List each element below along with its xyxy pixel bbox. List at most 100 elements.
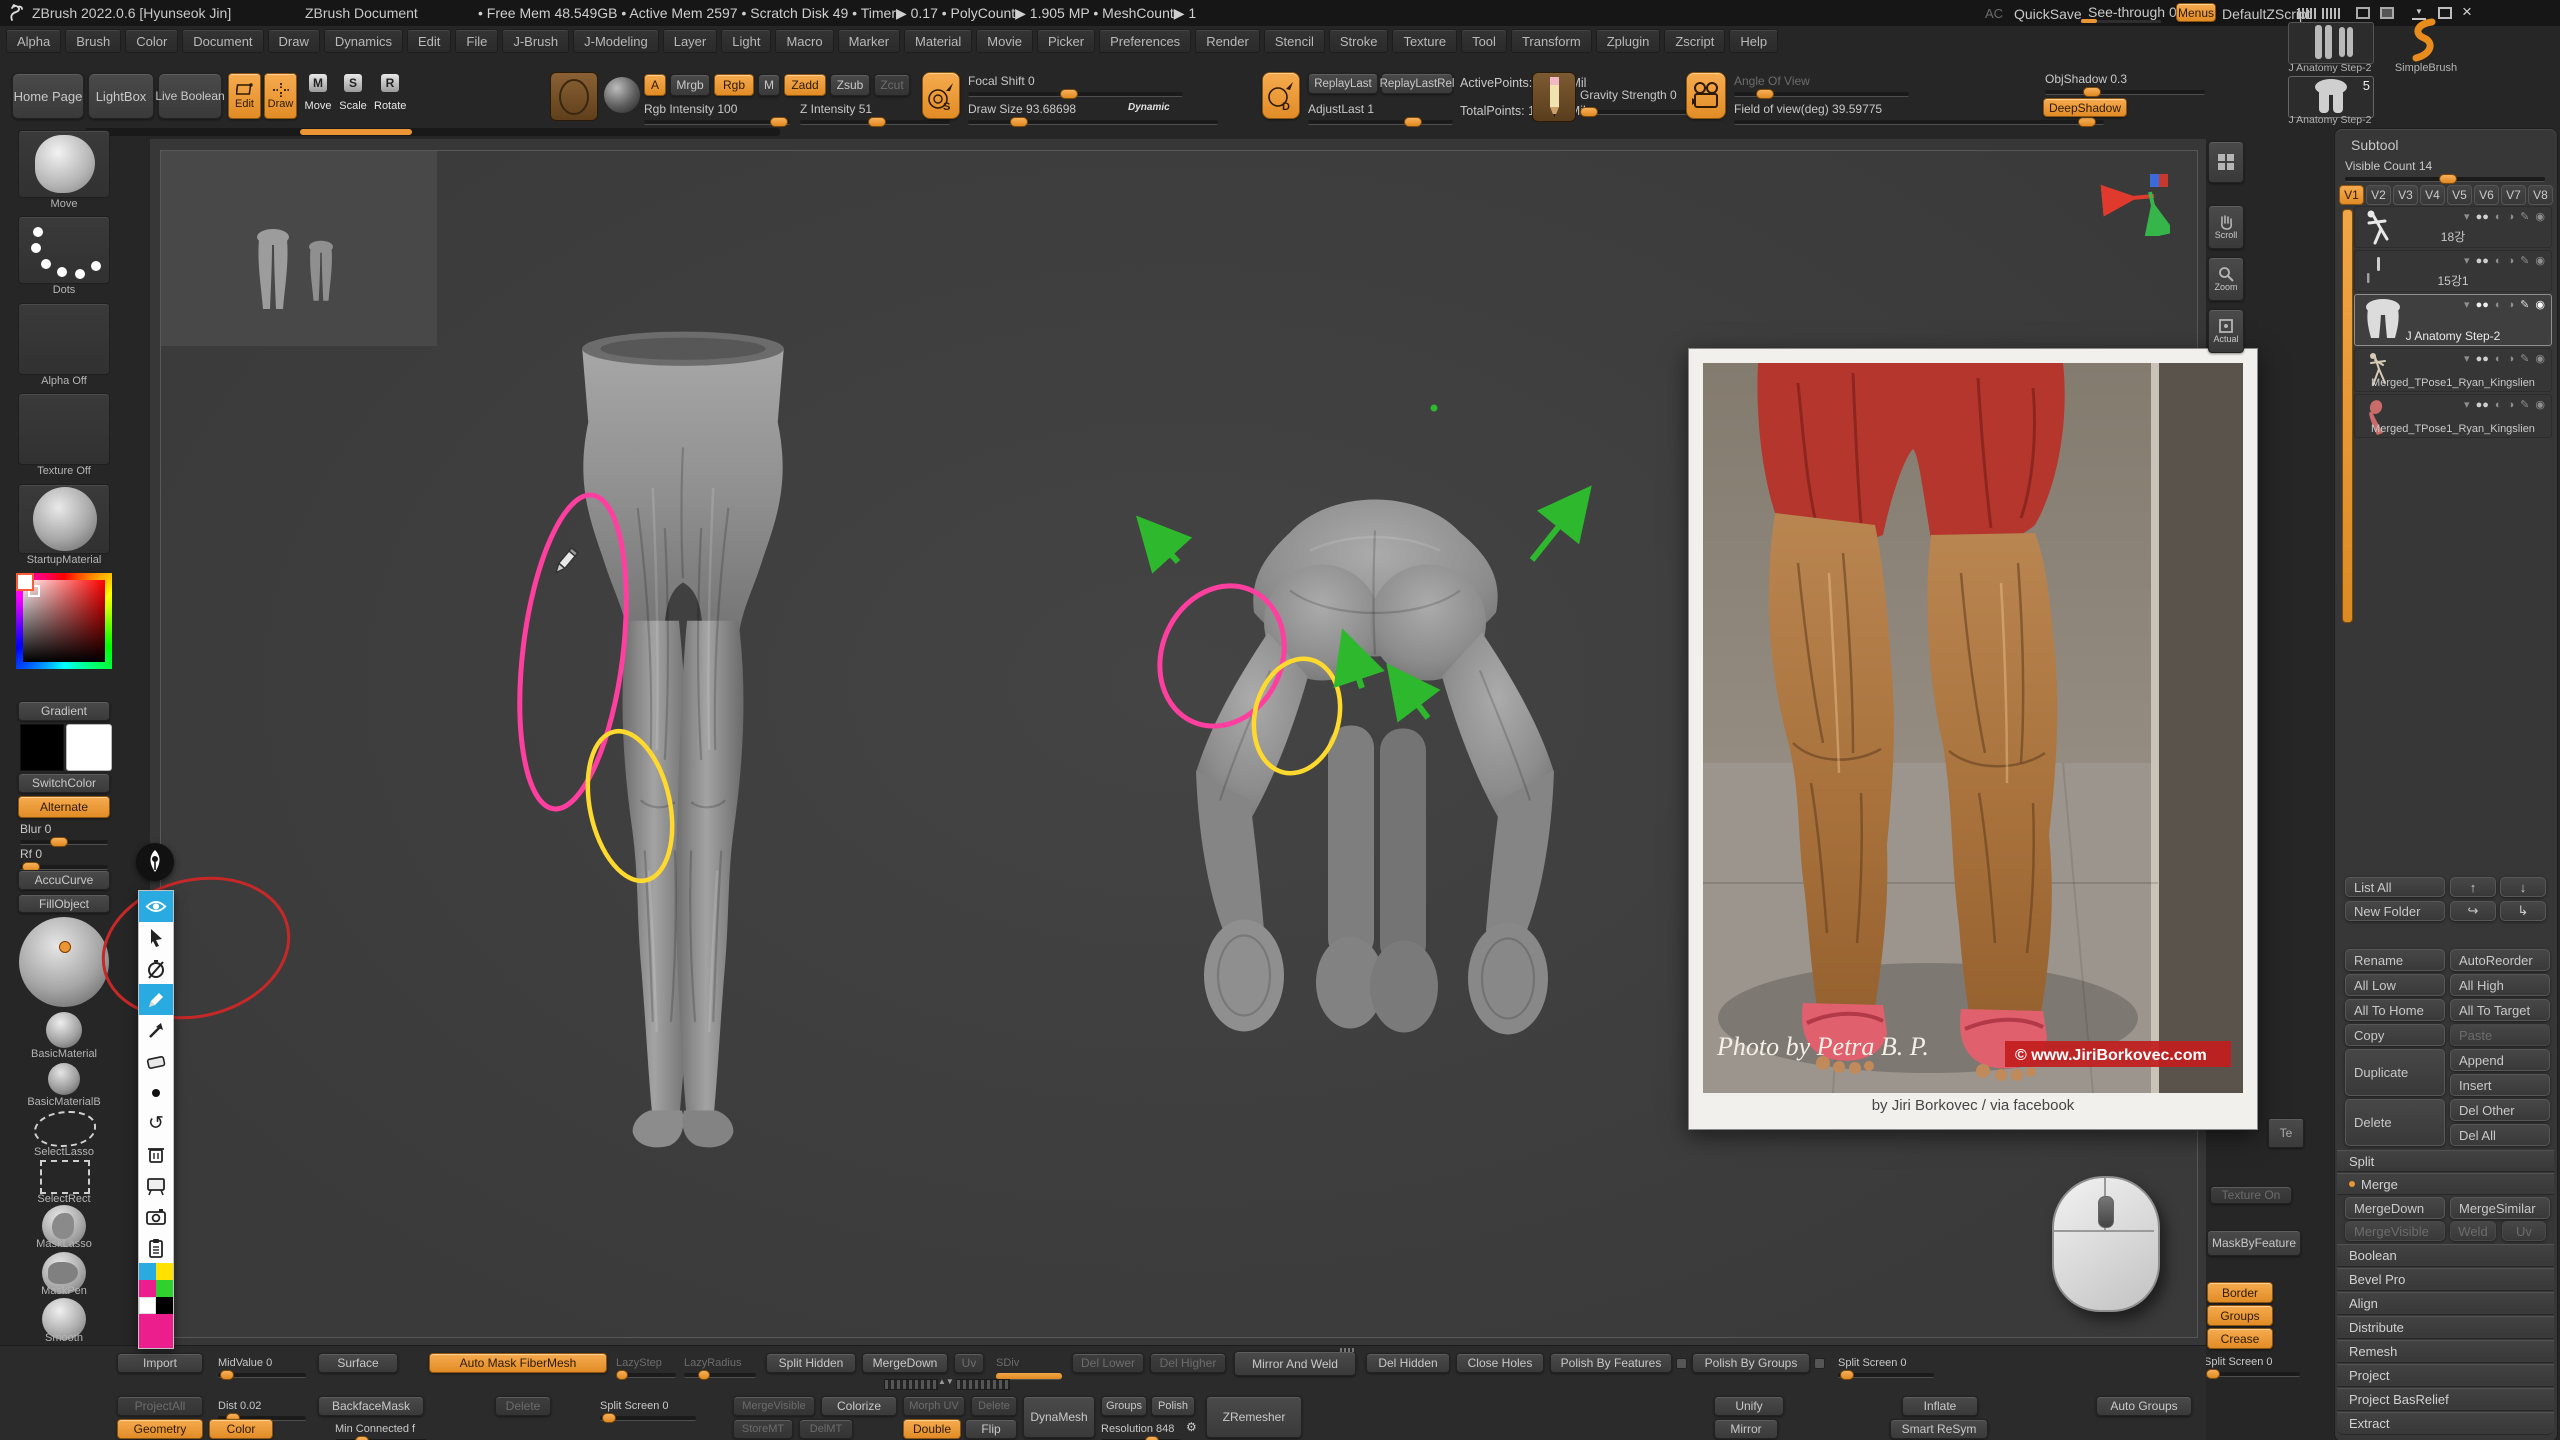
distribute-section-header[interactable]: Distribute — [2337, 1316, 2554, 1339]
projectall-button[interactable]: ProjectAll — [117, 1396, 203, 1416]
brush-icon[interactable]: ✎ — [2520, 298, 2529, 311]
surface-button[interactable]: Surface — [318, 1353, 398, 1373]
flip-button[interactable]: Flip — [965, 1419, 1017, 1439]
half-icon-1[interactable]: ◐ — [2495, 211, 2502, 223]
half-icon-2[interactable]: ◑ — [2508, 353, 2515, 365]
pen-badge-icon[interactable] — [136, 843, 174, 881]
del-other-button[interactable]: Del Other — [2450, 1099, 2550, 1121]
swatch-magenta[interactable] — [139, 1280, 156, 1297]
draw-size-slider[interactable]: Draw Size 93.68698 — [968, 100, 1218, 125]
blur-slider[interactable]: Blur 0 — [20, 820, 108, 845]
arrow-tool-icon[interactable] — [139, 1015, 173, 1046]
sdiv-divider[interactable] — [884, 1379, 938, 1390]
material-preview-sphere[interactable] — [19, 917, 109, 1007]
import-button[interactable]: Import — [117, 1353, 203, 1373]
min-connected-slider[interactable]: Min Connected f — [335, 1419, 427, 1440]
lazystep-slider[interactable]: LazyStep — [616, 1353, 676, 1378]
select-lasso-thumb[interactable] — [34, 1111, 96, 1147]
morph-uv-button[interactable]: Morph UV — [903, 1396, 965, 1416]
automask-fibermesh-button[interactable]: Auto Mask FiberMesh — [429, 1353, 607, 1373]
mergevisible-button[interactable]: MergeVisible — [2345, 1221, 2445, 1241]
material-slot[interactable]: StartupMaterial — [18, 484, 110, 566]
duplicate-button[interactable]: Duplicate — [2345, 1049, 2445, 1096]
split-screen-slider-2[interactable]: Split Screen 0 — [600, 1396, 696, 1421]
swatch-white[interactable] — [139, 1297, 156, 1314]
subtool-item-1[interactable]: ▾●●◐◑✎◉ 18강 — [2354, 206, 2552, 248]
stopwatch-icon[interactable] — [139, 953, 173, 984]
stroke-selector-button[interactable]: S — [922, 72, 960, 119]
menus-button[interactable]: Menus — [2176, 3, 2216, 22]
clipboard-icon[interactable] — [139, 1232, 173, 1263]
scroll-button[interactable]: Scroll — [2208, 205, 2244, 249]
menu-texture[interactable]: Texture — [1392, 29, 1457, 53]
split-screen-slider-1[interactable]: Split Screen 0 — [1838, 1353, 1934, 1378]
tab-v7[interactable]: V7 — [2501, 185, 2526, 205]
inflate-button[interactable]: Inflate — [1902, 1396, 1978, 1416]
menu-dynamics[interactable]: Dynamics — [324, 29, 403, 53]
replaylast-button[interactable]: ReplayLast — [1308, 73, 1378, 94]
tab-v8[interactable]: V8 — [2528, 185, 2553, 205]
menu-preferences[interactable]: Preferences — [1099, 29, 1191, 53]
groups-button[interactable]: Groups — [2207, 1305, 2273, 1326]
rgb-intensity-slider[interactable]: Rgb Intensity 100 — [644, 100, 790, 125]
menu-edit[interactable]: Edit — [407, 29, 451, 53]
fillobject-button[interactable]: FillObject — [18, 894, 110, 913]
menu-material[interactable]: Material — [904, 29, 972, 53]
deepshadow-button[interactable]: DeepShadow — [2043, 98, 2127, 117]
menu-help[interactable]: Help — [1729, 29, 1778, 53]
paint-icon[interactable]: ●● — [2476, 299, 2489, 311]
brush-icon[interactable]: ✎ — [2520, 210, 2529, 223]
folder-arrow-icon[interactable]: ▾ — [2464, 254, 2470, 267]
draw-button[interactable]: Draw — [264, 73, 297, 119]
adjustlast-slider[interactable]: AdjustLast 1 — [1308, 100, 1453, 125]
current-stroke-slot[interactable]: Dots — [18, 216, 110, 296]
subtool-item-3-selected[interactable]: ▾●●◐◑✎◉ J Anatomy Step-2 — [2354, 294, 2552, 346]
live-boolean-button[interactable]: Live Boolean — [158, 73, 222, 119]
actual-button[interactable]: Actual — [2208, 309, 2244, 353]
color-a-button[interactable]: A — [644, 74, 666, 96]
zoom-button[interactable]: Zoom — [2208, 257, 2244, 301]
polish-features-dot-toggle[interactable] — [1676, 1358, 1687, 1369]
subtool-title[interactable]: Subtool — [2351, 137, 2398, 153]
split-section-header[interactable]: Split — [2337, 1150, 2554, 1172]
lightbox-strip-handle[interactable] — [300, 129, 412, 135]
trash-icon[interactable] — [139, 1139, 173, 1170]
bpr-render-button[interactable] — [2208, 141, 2244, 183]
model-legs-front[interactable] — [552, 326, 814, 1234]
unify-button[interactable]: Unify — [1714, 1396, 1784, 1416]
menu-zplugin[interactable]: Zplugin — [1596, 29, 1661, 53]
swatch-cyan[interactable] — [139, 1263, 156, 1280]
dist-slider[interactable]: Dist 0.02 — [218, 1396, 306, 1421]
gradient-button[interactable]: Gradient — [18, 701, 110, 721]
quicksave-button[interactable]: QuickSave — [2014, 6, 2082, 22]
polish-bottom-button[interactable]: Polish — [1151, 1396, 1195, 1416]
zcut-button[interactable]: Zcut — [874, 74, 910, 96]
project-section-header[interactable]: Project — [2337, 1364, 2554, 1387]
alpha-slot[interactable]: Alpha Off — [18, 303, 110, 387]
menu-tool[interactable]: Tool — [1461, 29, 1507, 53]
mirror-button[interactable]: Mirror — [1714, 1419, 1778, 1439]
tool-thumbnail-b[interactable]: 5 — [2288, 76, 2374, 118]
del-higher-button[interactable]: Del Higher — [1150, 1353, 1226, 1373]
basic-material-b-sphere[interactable] — [48, 1063, 80, 1095]
menu-jmodeling[interactable]: J-Modeling — [573, 29, 659, 53]
border-button[interactable]: Border — [2207, 1282, 2273, 1303]
whiteboard-icon[interactable] — [139, 1170, 173, 1201]
see-through-slider[interactable]: See-through 0 — [2088, 4, 2177, 20]
tab-v6[interactable]: V6 — [2474, 185, 2499, 205]
half-icon-1[interactable]: ◐ — [2495, 255, 2502, 267]
remesh-section-header[interactable]: Remesh — [2337, 1340, 2554, 1363]
main-color-swatch[interactable] — [20, 724, 64, 771]
subtool-item-2[interactable]: ▾●●◐◑✎◉ 15강1 — [2354, 250, 2552, 292]
close-holes-button[interactable]: Close Holes — [1456, 1353, 1544, 1373]
colorize-button[interactable]: Colorize — [821, 1396, 897, 1416]
delete-button[interactable]: Delete — [2345, 1099, 2445, 1146]
mergesimilar-button[interactable]: MergeSimilar — [2450, 1197, 2550, 1219]
menu-marker[interactable]: Marker — [838, 29, 900, 53]
eye-icon[interactable]: ◉ — [2535, 298, 2545, 311]
split-screen-slider-float[interactable]: Split Screen 0 — [2204, 1352, 2300, 1377]
zsub-button[interactable]: Zsub — [830, 74, 870, 96]
tab-v3[interactable]: V3 — [2393, 185, 2418, 205]
gear-icon[interactable]: ⚙ — [1186, 1420, 1197, 1434]
accucurve-button[interactable]: AccuCurve — [18, 870, 110, 890]
